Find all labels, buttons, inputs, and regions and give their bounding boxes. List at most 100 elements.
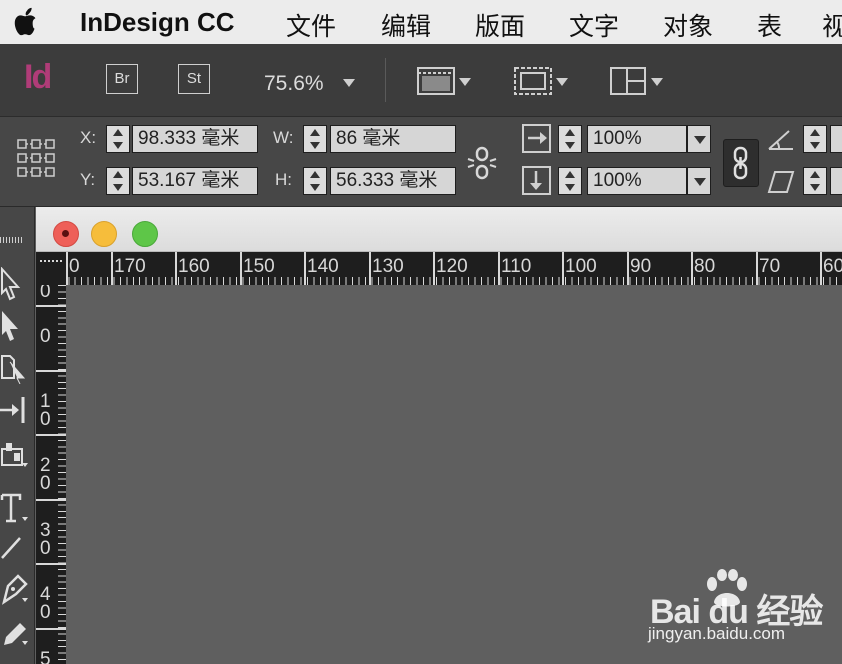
shear-field[interactable] xyxy=(830,167,842,195)
horizontal-ruler[interactable]: 0 170 160 150 140 130 120 110 100 90 80 … xyxy=(36,252,842,285)
constrain-scale-button[interactable] xyxy=(723,139,759,187)
ruler-origin-corner[interactable] xyxy=(36,252,66,285)
scale-x-field[interactable]: 100% xyxy=(587,125,687,153)
rotate-stepper[interactable] xyxy=(803,125,827,153)
direct-selection-tool-icon[interactable] xyxy=(0,309,30,343)
zoom-window-button[interactable] xyxy=(132,221,158,247)
h-label: H: xyxy=(275,170,292,189)
ruler-tick xyxy=(36,628,66,630)
x-stepper[interactable] xyxy=(106,125,130,153)
menu-edit[interactable]: 编辑 xyxy=(381,7,431,43)
gap-tool-icon[interactable] xyxy=(0,393,30,427)
ruler-label: 4 xyxy=(40,584,51,605)
ruler-tick xyxy=(627,252,629,285)
type-tool-icon[interactable] xyxy=(0,491,30,525)
h-stepper[interactable] xyxy=(303,167,327,195)
bridge-button[interactable]: Br xyxy=(106,64,138,94)
ruler-tick xyxy=(36,563,66,565)
menu-type[interactable]: 文字 xyxy=(569,7,619,43)
menu-file[interactable]: 文件 xyxy=(286,7,336,43)
ruler-label: 160 xyxy=(178,256,210,277)
scale-x-icon xyxy=(522,124,551,153)
reference-point-icon[interactable] xyxy=(17,139,55,179)
ruler-tick xyxy=(36,305,66,307)
x-label: X: xyxy=(80,128,97,147)
view-options-icon[interactable] xyxy=(416,66,474,98)
ruler-label: 170 xyxy=(114,256,146,277)
application-bar: Id Br St 75.6% xyxy=(0,44,842,117)
y-stepper[interactable] xyxy=(106,167,130,195)
screen-mode-icon[interactable] xyxy=(513,66,571,98)
ruler-tick xyxy=(36,370,66,372)
ruler-label: 90 xyxy=(630,256,652,277)
pencil-tool-icon[interactable] xyxy=(0,615,30,649)
shear-angle-icon xyxy=(767,171,795,193)
scale-y-dropdown[interactable] xyxy=(687,167,711,195)
ruler-label: 130 xyxy=(372,256,404,277)
w-stepper[interactable] xyxy=(303,125,327,153)
toolbar-separator xyxy=(385,58,386,102)
minimize-window-button[interactable] xyxy=(91,221,117,247)
menu-view[interactable]: 视 xyxy=(822,7,842,43)
arrange-documents-icon[interactable] xyxy=(609,66,667,98)
width-field[interactable]: 86 毫米 xyxy=(330,125,456,153)
ruler-label: 120 xyxy=(436,256,468,277)
ruler-label: 70 xyxy=(759,256,781,277)
apple-icon[interactable] xyxy=(12,6,42,38)
ruler-tick xyxy=(820,252,822,285)
ruler-tick xyxy=(36,499,66,501)
ruler-tick xyxy=(691,252,693,285)
pen-tool-icon[interactable] xyxy=(0,572,30,606)
page-tool-icon[interactable] xyxy=(0,350,30,384)
tools-panel-grip[interactable] xyxy=(0,237,24,243)
ruler-minor-ticks xyxy=(36,277,842,285)
ruler-minor-ticks xyxy=(58,285,66,664)
control-panel: X: 98.333 毫米 Y: 53.167 毫米 W: 86 毫米 H: 56… xyxy=(0,117,842,207)
menu-layout[interactable]: 版面 xyxy=(475,7,525,43)
ruler-label: 2 xyxy=(40,455,51,476)
x-position-field[interactable]: 98.333 毫米 xyxy=(132,125,258,153)
ruler-label: 150 xyxy=(243,256,275,277)
scale-y-field[interactable]: 100% xyxy=(587,167,687,195)
rotate-field[interactable] xyxy=(830,125,842,153)
zoom-dropdown-icon[interactable] xyxy=(343,79,355,87)
ruler-label: 1 xyxy=(40,391,51,412)
ruler-label: 5 xyxy=(40,649,51,664)
tools-panel xyxy=(0,207,35,664)
menu-table[interactable]: 表 xyxy=(757,7,782,43)
scale-y-icon xyxy=(522,166,551,195)
close-window-button[interactable] xyxy=(53,221,79,247)
vertical-ruler[interactable]: 0 0 1 0 2 0 3 0 4 0 5 xyxy=(36,285,66,664)
app-name-menu[interactable]: InDesign CC xyxy=(80,7,235,38)
y-position-field[interactable]: 53.167 毫米 xyxy=(132,167,258,195)
scale-x-dropdown[interactable] xyxy=(687,125,711,153)
ruler-label: 80 xyxy=(694,256,716,277)
ruler-label: 0 xyxy=(40,285,51,302)
w-label: W: xyxy=(273,128,294,147)
ruler-label: 60 xyxy=(823,256,842,277)
ruler-label: 3 xyxy=(40,520,51,541)
line-tool-icon[interactable] xyxy=(0,528,30,562)
content-collector-tool-icon[interactable] xyxy=(0,435,30,469)
ruler-label: 100 xyxy=(565,256,597,277)
ruler-tick xyxy=(498,252,500,285)
ruler-label: 110 xyxy=(501,256,532,277)
menu-object[interactable]: 对象 xyxy=(663,7,713,43)
ruler-tick xyxy=(36,434,66,436)
selection-tool-icon[interactable] xyxy=(0,267,30,301)
scale-y-stepper[interactable] xyxy=(558,167,582,195)
shear-stepper[interactable] xyxy=(803,167,827,195)
ruler-label: 0 xyxy=(40,538,51,559)
ruler-tick xyxy=(66,252,68,285)
ruler-label: 0 xyxy=(40,409,51,430)
zoom-level[interactable]: 75.6% xyxy=(264,72,324,96)
constrain-proportions-icon[interactable] xyxy=(466,145,498,181)
ruler-origin-marks xyxy=(40,260,62,262)
stock-button[interactable]: St xyxy=(178,64,210,94)
height-field[interactable]: 56.333 毫米 xyxy=(330,167,456,195)
scale-x-stepper[interactable] xyxy=(558,125,582,153)
document-title-bar[interactable] xyxy=(36,207,842,252)
ruler-tick xyxy=(240,252,242,285)
ruler-tick xyxy=(562,252,564,285)
ruler-tick xyxy=(369,252,371,285)
